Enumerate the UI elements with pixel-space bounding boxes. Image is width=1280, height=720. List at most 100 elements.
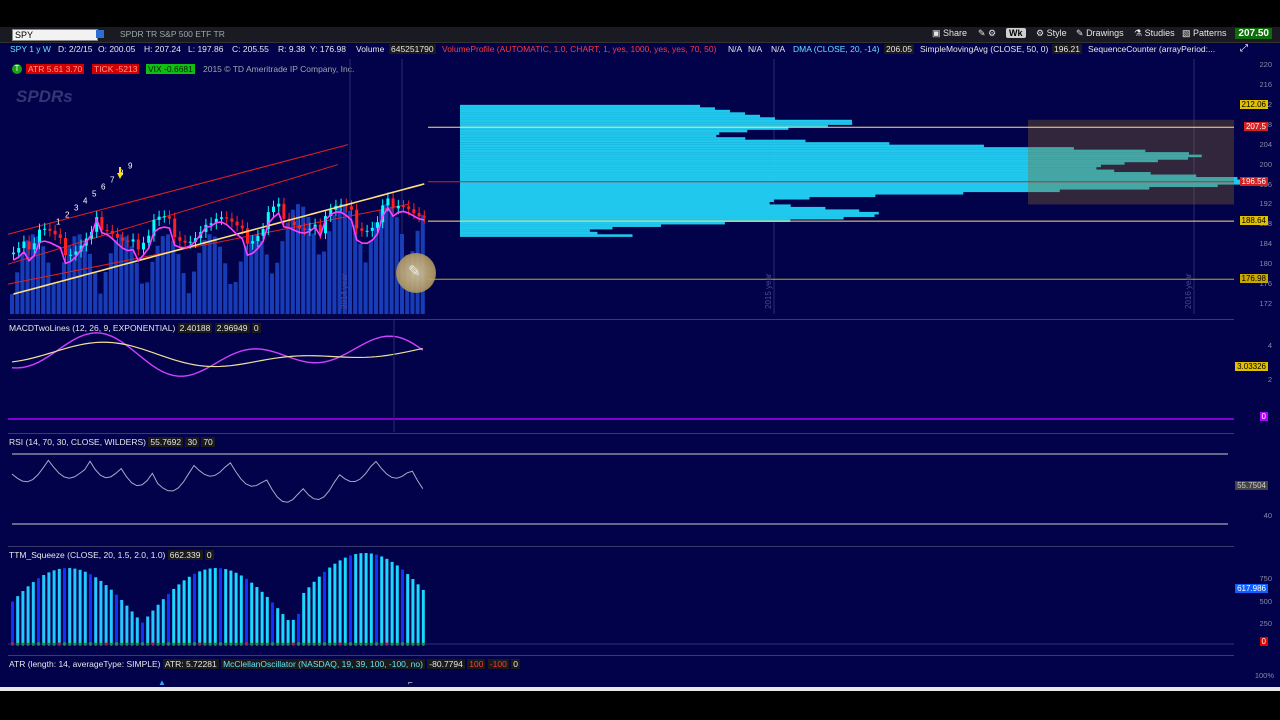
price-pane[interactable]: 1234567892014 year2015 year2016 year	[7, 59, 1261, 314]
sma-label[interactable]: SimpleMovingAvg (CLOSE, 50, 0)	[920, 44, 1048, 54]
cursor-mark-icon: ⌐	[408, 678, 413, 687]
sequence-counter-label[interactable]: SequenceCounter (arrayPeriod:...	[1088, 44, 1215, 54]
candle-body	[360, 228, 364, 231]
squeeze-histogram-bar	[307, 587, 311, 643]
bar-yclose: Y: 176.98	[310, 44, 346, 54]
style-button[interactable]: ⚙ Style	[1036, 28, 1067, 39]
squeeze-histogram-bar	[219, 568, 222, 643]
volume-profile-bar	[460, 191, 964, 195]
candle-body	[417, 213, 421, 217]
macd-pane[interactable]: MACDTwoLines (12, 26, 9, EXPONENTIAL) 2.…	[8, 319, 1234, 432]
rsi-axis[interactable]: 40 55.7504	[1234, 433, 1280, 536]
dma-label[interactable]: DMA (CLOSE, 20, -14)	[793, 44, 879, 54]
volume-bar	[202, 239, 207, 314]
bar-open: O: 200.05	[98, 44, 136, 54]
macd-axis[interactable]: 4 2 3.03326 0	[1234, 319, 1280, 431]
candle-body	[225, 217, 229, 219]
squeeze-histogram-bar	[156, 604, 160, 643]
year-label: 2015 year	[764, 273, 773, 309]
squeeze-histogram-bar	[177, 584, 181, 643]
squeeze-histogram-bar	[297, 613, 300, 643]
candle-body	[27, 241, 31, 250]
volume-profile-bar	[460, 122, 853, 125]
bar-date: D: 2/2/15	[58, 44, 93, 54]
squeeze-histogram-bar	[99, 580, 103, 643]
candle-body	[110, 230, 114, 234]
patterns-button[interactable]: ▧ Patterns	[1182, 28, 1227, 39]
squeeze-histogram-bar	[245, 578, 248, 643]
volume-profile-bar	[460, 221, 725, 225]
chart-period[interactable]: SPY 1 y W	[10, 44, 51, 54]
macd-line	[11, 332, 424, 377]
volume-profile-bar	[460, 196, 810, 200]
candle-body	[396, 205, 400, 209]
mcclellan-label[interactable]: McClellanOscillator (NASDAQ, 19, 39, 100…	[221, 659, 425, 669]
volume-bar	[51, 283, 56, 314]
candle-body	[407, 206, 411, 210]
candle-body	[298, 225, 301, 229]
ttm-squeeze-chart	[8, 553, 1234, 646]
expand-icon[interactable]: ⤢	[1240, 43, 1248, 54]
candle-body	[69, 254, 73, 256]
squeeze-histogram-bar	[52, 570, 56, 643]
squeeze-histogram-bar	[208, 568, 212, 643]
candle-body	[355, 209, 359, 229]
candle-body	[58, 234, 62, 238]
volume-profile-bar	[460, 134, 717, 138]
squeeze-histogram-bar	[271, 602, 274, 643]
volume-bar	[358, 243, 363, 314]
price-tag: 207.5	[1243, 122, 1268, 132]
volume-bar	[270, 273, 274, 314]
rsi-pane[interactable]: RSI (14, 70, 30, CLOSE, WILDERS) 55.7692…	[8, 433, 1234, 537]
volume-label[interactable]: Volume	[356, 44, 384, 54]
timeframe-button[interactable]: Wk	[1006, 28, 1026, 38]
candle-body	[43, 228, 47, 230]
volume-bar	[285, 222, 290, 314]
candle-body	[282, 203, 286, 219]
volume-profile-bar	[460, 199, 774, 203]
price-tag: 212.06	[1239, 99, 1268, 109]
symbol-link-icon[interactable]	[96, 30, 104, 38]
volume-bar	[218, 246, 222, 314]
volume-bar	[332, 215, 337, 314]
squeeze-histogram-bar	[135, 617, 139, 643]
candle-body	[251, 241, 255, 244]
studies-button[interactable]: ⚗ Studies	[1134, 28, 1175, 39]
squeeze-histogram-bar	[401, 569, 404, 643]
scroll-marker-icon[interactable]: ▲	[158, 678, 166, 687]
volume-bar	[192, 271, 196, 314]
macd-chart	[8, 320, 1234, 432]
volume-bar	[233, 281, 238, 314]
ttm-axis[interactable]: 750 500 250 617.986 0	[1234, 546, 1280, 649]
volume-bar	[124, 236, 129, 314]
candle-body	[240, 225, 244, 229]
atr-study-label[interactable]: ATR (length: 14, averageType: SIMPLE)	[9, 659, 161, 669]
mcclellan-pane[interactable]: ATR (length: 14, averageType: SIMPLE) AT…	[8, 655, 1234, 687]
price-axis[interactable]: 2202162122082042001961921881841801761722…	[1234, 59, 1280, 314]
volume-profile-label[interactable]: VolumeProfile (AUTOMATIC, 1.0, CHART, 1,…	[442, 44, 716, 54]
tools-icon[interactable]: ✎ ⚙	[978, 28, 996, 39]
atr-study-value: ATR: 5.72281	[162, 659, 219, 669]
volume-bar	[103, 271, 108, 314]
squeeze-histogram-bar	[421, 589, 425, 643]
candle-body	[376, 222, 379, 228]
na-value-2: N/A	[748, 44, 763, 54]
volume-profile-bar	[460, 164, 1101, 168]
price-tag: 176.98	[1239, 274, 1268, 284]
candle-body	[391, 198, 395, 209]
symbol-input[interactable]: SPY	[12, 29, 98, 41]
price-tick: 204	[1259, 139, 1272, 149]
volume-bar	[363, 262, 368, 314]
candle-body	[365, 230, 369, 232]
mcclellan-lower: -100	[487, 659, 509, 669]
ttm-squeeze-pane[interactable]: TTM_Squeeze (CLOSE, 20, 1.5, 2.0, 1.0) 6…	[8, 546, 1234, 650]
candle-body	[303, 228, 307, 231]
share-button[interactable]: ▣ Share	[932, 28, 967, 39]
volume-bar	[93, 272, 98, 314]
last-price: 207.50	[1235, 28, 1272, 39]
squeeze-histogram-bar	[47, 572, 51, 643]
volume-bar	[259, 240, 264, 314]
mcclellan-value: -80.7794	[427, 659, 465, 669]
drawings-button[interactable]: ✎ Drawings	[1076, 28, 1124, 39]
sequence-count-label: 2	[65, 210, 70, 219]
